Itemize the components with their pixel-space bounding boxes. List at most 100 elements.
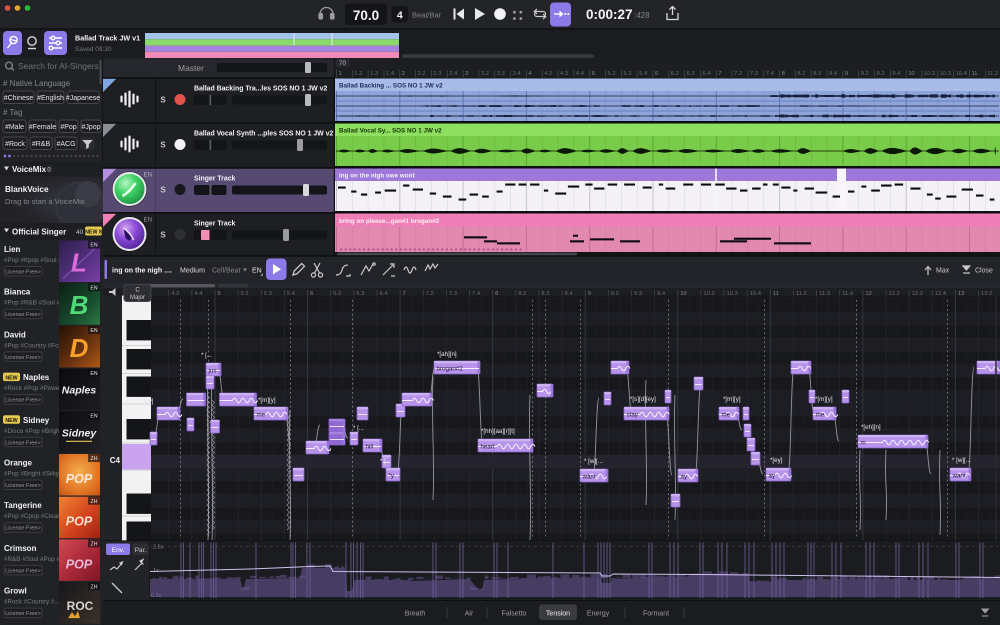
svg-text:10.3: 10.3 (727, 291, 738, 297)
svg-text:12.2: 12.2 (889, 291, 900, 297)
svg-text:3.4: 3.4 (513, 71, 522, 77)
svg-text:9: 9 (588, 291, 591, 297)
svg-text:ay: ay (681, 474, 688, 481)
svg-text:*y: *y (389, 473, 395, 480)
svg-text:7.2: 7.2 (426, 291, 434, 297)
svg-text:Ballad Backing ... SOS NO 1 JW: Ballad Backing ... SOS NO 1 JW v2 (339, 83, 443, 90)
svg-text:13: 13 (958, 291, 964, 297)
svg-text:License Free>: License Free> (5, 483, 41, 489)
svg-text:70.0: 70.0 (353, 8, 379, 23)
svg-text:ZH: ZH (91, 456, 98, 462)
svg-text:Official Singer: Official Singer (12, 228, 66, 237)
svg-text:Saved 09:30: Saved 09:30 (75, 46, 112, 53)
svg-text:8.2: 8.2 (797, 71, 805, 77)
svg-text:License Free>: License Free> (5, 355, 41, 361)
svg-text:#Pop #Country #Fol...: #Pop #Country #Fol... (4, 342, 66, 349)
svg-text:Ballad Track JW v1: Ballad Track JW v1 (75, 34, 140, 43)
svg-text:6.4: 6.4 (703, 71, 712, 77)
svg-text:David: David (4, 330, 26, 339)
svg-text:5.2: 5.2 (241, 291, 249, 297)
svg-text:#Pop #Kpop #Soul #...: #Pop #Kpop #Soul #... (4, 257, 67, 264)
svg-text:NEW: NEW (5, 375, 17, 381)
svg-text:#Disco #Pop #Brigh...: #Disco #Pop #Brigh... (4, 428, 65, 435)
svg-text:hill: hill (366, 444, 374, 451)
svg-text:40: 40 (76, 229, 84, 236)
svg-text:10.4: 10.4 (956, 71, 968, 77)
svg-text:S: S (160, 141, 166, 150)
svg-text:9.4: 9.4 (657, 291, 666, 297)
svg-text:me: me (816, 412, 825, 419)
svg-text:License Free>: License Free> (5, 398, 41, 404)
svg-text:Close: Close (975, 268, 993, 275)
svg-text:5: 5 (218, 291, 221, 297)
svg-text:* [...: * [... (201, 352, 212, 359)
svg-text:#ACG: #ACG (56, 141, 75, 148)
svg-text:7: 7 (403, 291, 406, 297)
svg-text:*[m][y]: *[m][y] (815, 396, 833, 403)
svg-text:10: 10 (680, 291, 686, 297)
svg-text:3: 3 (465, 71, 468, 77)
svg-text:9.3: 9.3 (634, 291, 642, 297)
svg-text:9.4: 9.4 (892, 71, 901, 77)
svg-text:License Free>: License Free> (5, 312, 41, 318)
svg-text:Growl: Growl (4, 587, 27, 596)
svg-text:*[m][y]: *[m][y] (258, 397, 276, 404)
svg-text:POP: POP (66, 515, 93, 529)
svg-text:jus: jus (208, 368, 217, 375)
svg-text:Sidney: Sidney (62, 427, 98, 439)
svg-text:1.2: 1.2 (354, 71, 362, 77)
svg-text:70: 70 (339, 61, 346, 67)
svg-text:ing on the nigh ....: ing on the nigh .... (112, 268, 172, 275)
svg-text:1: 1 (339, 71, 342, 77)
svg-text:9.3: 9.3 (877, 71, 885, 77)
svg-text:ZH: ZH (91, 499, 98, 505)
svg-text:7.4: 7.4 (766, 71, 775, 77)
svg-text:S: S (160, 231, 166, 240)
svg-text:8.3: 8.3 (813, 71, 821, 77)
svg-text:EN: EN (90, 243, 97, 249)
svg-text:Par.: Par. (135, 547, 147, 554)
svg-text:want: want (582, 474, 596, 481)
svg-text:*[eh][n]: *[eh][n] (861, 424, 881, 431)
svg-text:*[ah][n]: *[ah][n] (437, 351, 457, 358)
svg-text:8.3: 8.3 (541, 291, 549, 297)
svg-text:#Rock #Country #...: #Rock #Country #... (4, 599, 60, 606)
svg-text:8.4: 8.4 (829, 71, 838, 77)
svg-text:8.2: 8.2 (518, 291, 526, 297)
svg-text:#Jpop: #Jpop (81, 124, 100, 131)
svg-text:#R&B #Soul #Pop #...: #R&B #Soul #Pop #... (4, 556, 66, 563)
svg-text:4: 4 (397, 9, 403, 21)
svg-text:EN: EN (144, 218, 152, 224)
svg-text:D: D (70, 333, 89, 363)
svg-text:#R&B: #R&B (32, 141, 51, 148)
svg-text:B: B (70, 290, 89, 320)
svg-text:License Free>: License Free> (5, 568, 41, 574)
svg-text:12.4: 12.4 (935, 291, 947, 297)
svg-text:EN: EN (90, 328, 97, 334)
svg-text:#Pop #Cpop #Clear...: #Pop #Cpop #Clear... (4, 513, 64, 520)
svg-text:3.2: 3.2 (481, 71, 489, 77)
svg-text:Formant: Formant (643, 611, 669, 618)
svg-text:8: 8 (782, 71, 785, 77)
svg-text:C4: C4 (110, 456, 121, 465)
svg-text:5.2: 5.2 (608, 71, 616, 77)
svg-text:Drag to start a VoiceMix: Drag to start a VoiceMix (5, 197, 85, 206)
svg-text:5.3: 5.3 (264, 291, 272, 297)
svg-text:11.2: 11.2 (796, 291, 807, 297)
svg-text:Cell/Beat: Cell/Beat (212, 268, 240, 275)
svg-text:#Japanese: #Japanese (66, 95, 100, 102)
svg-text:me: me (722, 412, 731, 419)
svg-text:Breath: Breath (405, 611, 426, 618)
svg-text:# Native Language: # Native Language (3, 79, 71, 88)
svg-text:8.4: 8.4 (565, 291, 574, 297)
svg-text:5.4: 5.4 (287, 291, 296, 297)
svg-text:bring on please...gan#1 brogan: bring on please...gan#1 brogan#2 (339, 218, 440, 225)
svg-text:Crimson: Crimson (4, 544, 37, 553)
svg-text:#Male: #Male (5, 124, 24, 131)
svg-text:6: 6 (310, 291, 313, 297)
svg-text:2.3: 2.3 (433, 71, 441, 77)
svg-text:*[hh][aa][r][t]: *[hh][aa][r][t] (481, 428, 515, 435)
svg-text:#Chinese: #Chinese (4, 95, 34, 102)
svg-text:2: 2 (402, 71, 405, 77)
svg-text:NEW 8: NEW 8 (85, 230, 102, 236)
